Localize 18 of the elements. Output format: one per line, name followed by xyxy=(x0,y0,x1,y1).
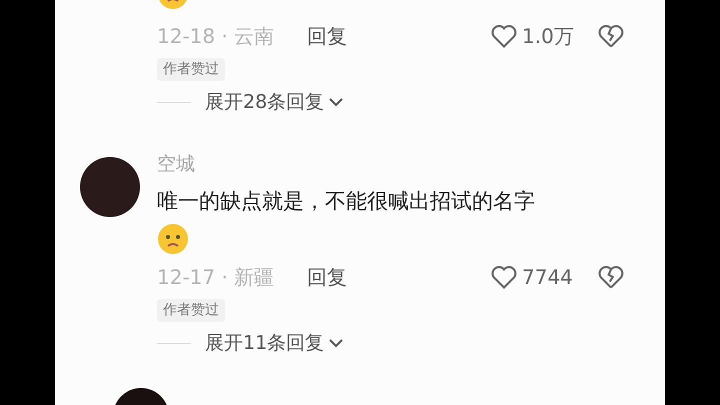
chevron-down-icon xyxy=(328,338,344,348)
comment-text: 唯一的缺点就是，不能很喊出招试的名字 xyxy=(157,188,536,215)
author-liked-tag: 作者赞过 xyxy=(157,58,225,81)
expand-replies-button[interactable]: 展开11条回复 xyxy=(205,328,344,358)
reply-button[interactable]: 回复 xyxy=(307,262,347,292)
like-count: 7744 xyxy=(522,264,574,291)
author-liked-tag: 作者赞过 xyxy=(157,299,225,322)
comment-date-location: 12-17 · 新疆 xyxy=(157,264,276,291)
broken-heart-icon[interactable] xyxy=(597,23,625,49)
reply-button[interactable]: 回复 xyxy=(307,21,347,51)
like-count: 1.0万 xyxy=(522,23,575,50)
heart-icon[interactable] xyxy=(490,23,518,49)
emoji-icon xyxy=(157,223,189,255)
chevron-down-icon xyxy=(328,97,344,107)
broken-heart-icon[interactable] xyxy=(597,264,625,290)
expand-replies-button[interactable]: 展开28条回复 xyxy=(205,88,344,116)
heart-icon[interactable] xyxy=(490,264,518,290)
comment-date-location: 12-18 · 云南 xyxy=(157,23,276,50)
